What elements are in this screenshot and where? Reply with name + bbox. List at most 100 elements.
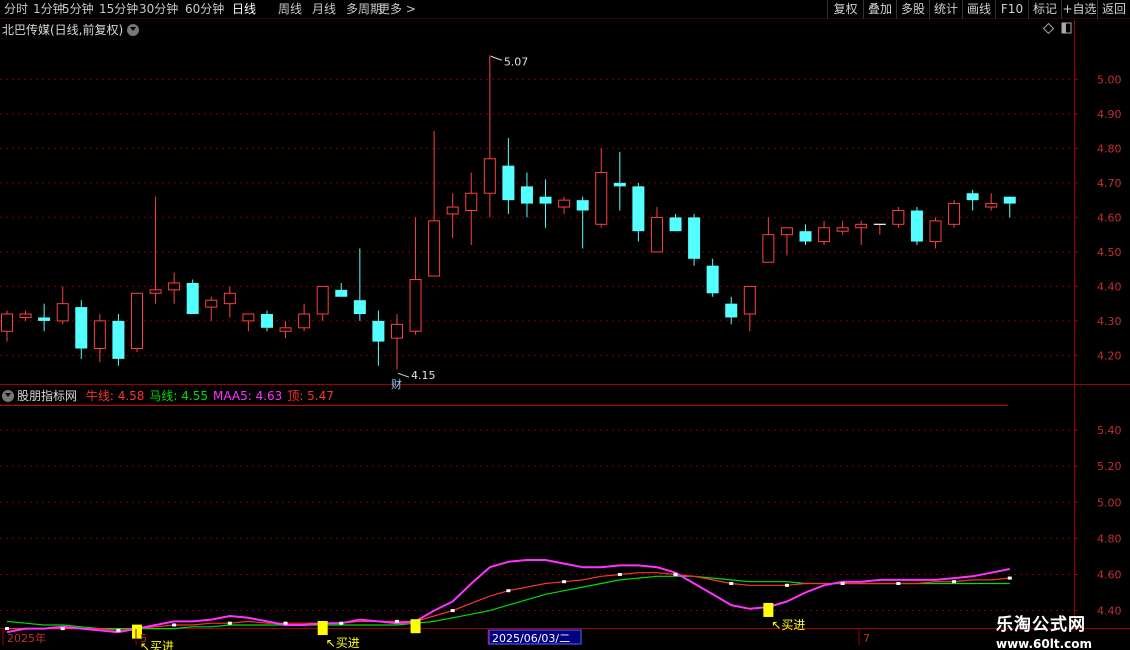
candle	[168, 272, 181, 304]
candle-body	[576, 200, 589, 211]
price-tick-label: 4.20	[1097, 349, 1122, 362]
candle	[725, 296, 738, 325]
toolbar-button-8[interactable]: 返回	[1097, 0, 1130, 19]
toolbar-button-2[interactable]: 多股	[896, 0, 929, 19]
high-label: 5.07	[504, 55, 529, 68]
candle-body	[446, 206, 459, 215]
panel-toggle-icon-fill	[1062, 23, 1066, 33]
buy-label: ↖买进	[326, 636, 360, 650]
watermark: 乐淘公式网 www.60lt.com	[996, 610, 1092, 650]
candle	[520, 172, 533, 218]
candle	[149, 196, 162, 304]
niu-marker	[5, 627, 9, 631]
period-tab-7[interactable]: 周线	[278, 1, 302, 18]
chevron-down-icon[interactable]	[127, 24, 140, 36]
niu-marker	[116, 628, 121, 632]
niu-marker	[896, 581, 901, 585]
period-tab-5[interactable]: 60分钟	[185, 1, 224, 18]
candle	[130, 292, 143, 352]
candle-body	[966, 193, 979, 201]
toolbar-button-6[interactable]: 标记	[1028, 0, 1061, 19]
candle	[595, 148, 608, 228]
candle	[743, 285, 756, 332]
period-tab-2[interactable]: 5分钟	[62, 1, 94, 18]
candle-body	[223, 292, 236, 305]
buy-signal-bar	[763, 602, 774, 617]
candle-body	[669, 217, 682, 232]
toolbar-button-7[interactable]: +自选	[1061, 0, 1097, 19]
candle-body	[650, 216, 663, 253]
candle	[576, 196, 589, 249]
chevron-down-icon[interactable]	[2, 390, 14, 402]
period-tab-4[interactable]: 30分钟	[139, 1, 178, 18]
candle-body	[186, 282, 199, 314]
financial-marker: 财	[391, 377, 402, 391]
toolbar-button-1[interactable]: 叠加	[863, 0, 896, 19]
candle-body	[390, 323, 403, 339]
period-tab-1[interactable]: 1分钟	[33, 1, 65, 18]
candle-body	[780, 227, 793, 236]
high-pointer	[490, 55, 502, 61]
candle-body	[260, 314, 273, 328]
candle	[1, 310, 13, 342]
niu-marker	[60, 627, 65, 631]
buy-signal-bar	[317, 621, 328, 635]
period-tab-3[interactable]: 15分钟	[99, 1, 138, 18]
candle	[669, 213, 682, 232]
buy-signal-bar	[410, 619, 421, 634]
period-tab-0[interactable]: 分时	[4, 1, 28, 18]
toolbar-button-5[interactable]: F10	[995, 0, 1028, 19]
period-tab-10[interactable]: 更多 >	[378, 1, 416, 18]
candle-body	[762, 234, 775, 263]
candle	[465, 172, 478, 245]
candle-body	[130, 292, 143, 349]
candle-body	[855, 223, 868, 229]
candle-body	[112, 320, 125, 359]
candle	[873, 223, 886, 235]
niu-marker	[339, 621, 344, 625]
price-tick-label: 4.60	[1097, 211, 1122, 224]
candle-body	[688, 217, 701, 259]
maa5-line	[6, 559, 1010, 634]
niu-marker	[562, 580, 567, 584]
candles	[1, 55, 1016, 370]
candle	[688, 213, 701, 266]
candle-body	[929, 220, 942, 243]
candle-body	[539, 196, 552, 204]
candle-body	[725, 303, 738, 318]
candle	[910, 207, 923, 245]
candle-body	[38, 317, 51, 321]
period-tab-8[interactable]: 月线	[312, 1, 336, 18]
indicator-tick-label: 5.40	[1097, 424, 1122, 437]
niu-marker	[450, 609, 455, 613]
candle	[446, 193, 459, 239]
period-tab-6[interactable]: 日线	[232, 1, 256, 18]
date-label: 2025/06/03/二	[492, 632, 570, 645]
price-tick-label: 4.90	[1097, 108, 1122, 121]
candle	[335, 282, 348, 297]
candle-body	[985, 203, 998, 208]
candle-body	[93, 320, 106, 349]
toolbar-button-0[interactable]: 复权	[827, 0, 863, 19]
candle-body	[910, 210, 923, 242]
candle-body	[465, 192, 478, 211]
indicator-item-0: 牛线: 4.58	[85, 389, 145, 403]
niu-marker	[394, 619, 399, 623]
toolbar-button-4[interactable]: 画线	[962, 0, 995, 19]
diamond-icon	[1042, 22, 1055, 35]
candle-body	[706, 265, 719, 294]
candle	[223, 286, 236, 318]
candle	[316, 285, 329, 321]
period-tab-9[interactable]: 多周期	[346, 1, 382, 18]
candle	[985, 193, 998, 211]
candle	[1003, 196, 1016, 218]
niu-marker	[1007, 576, 1012, 580]
niu-marker	[172, 623, 177, 627]
indicator-title: 股朋指标网 牛线: 4.58 马线: 4.55 MAA5: 4.63 顶: 5.47	[2, 387, 334, 404]
candle	[112, 314, 125, 366]
price-tick-label: 4.80	[1097, 142, 1122, 155]
indicator-tick-label: 5.20	[1097, 460, 1122, 473]
price-tick-label: 5.00	[1097, 73, 1122, 86]
low-pointer	[397, 372, 410, 378]
toolbar-button-3[interactable]: 统计	[929, 0, 962, 19]
